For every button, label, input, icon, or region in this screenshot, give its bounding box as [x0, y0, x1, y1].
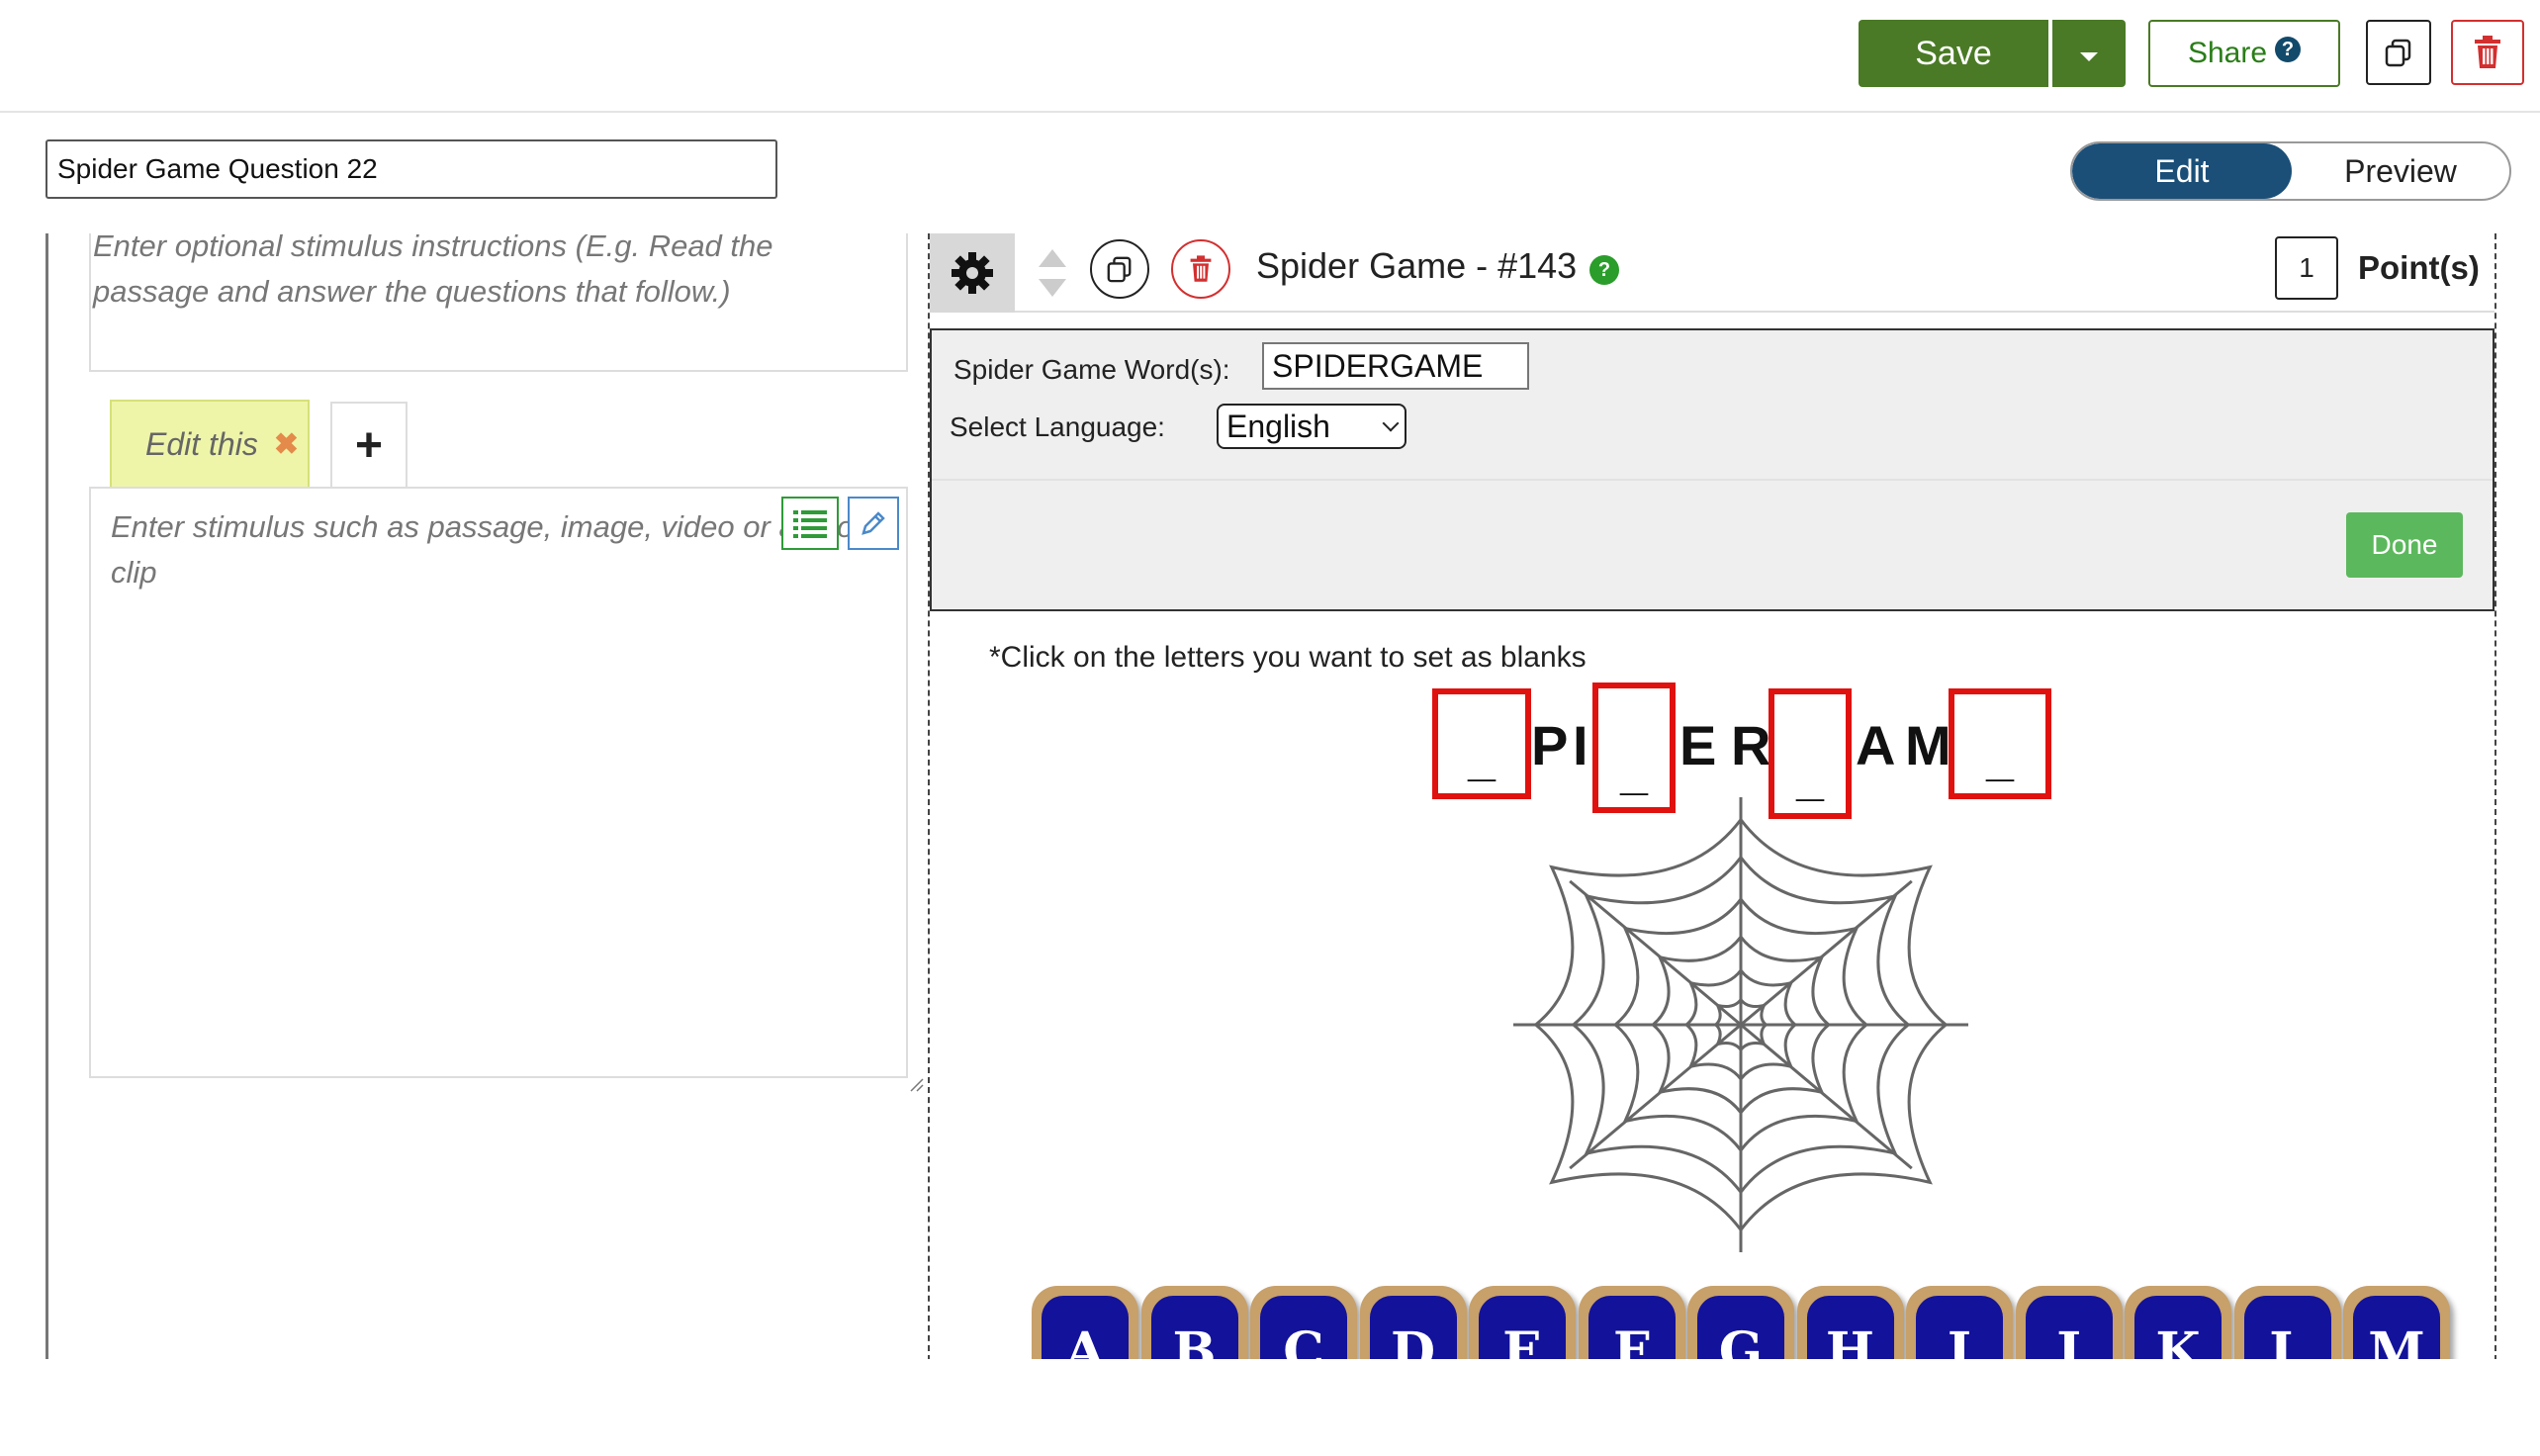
add-tab-button[interactable]: + — [330, 402, 408, 487]
word-letter[interactable]: R — [1731, 716, 1770, 775]
language-value: English — [1226, 408, 1330, 444]
settings-divider — [932, 479, 2493, 481]
letter-key-label: C — [1260, 1296, 1347, 1359]
trash-icon — [1190, 255, 1212, 282]
letter-key[interactable]: M — [2343, 1286, 2450, 1359]
left-divider — [45, 233, 48, 1359]
letter-key[interactable]: H — [1796, 1286, 1904, 1359]
blanks-hint: *Click on the letters you want to set as… — [989, 641, 1587, 674]
word-letter[interactable]: A — [1856, 716, 1895, 775]
stimulus-instructions-placeholder: Enter optional stimulus instructions (E.… — [93, 233, 773, 309]
edit-mode-button[interactable]: Edit — [2072, 143, 2292, 199]
letter-key[interactable]: B — [1140, 1286, 1248, 1359]
letter-key[interactable]: K — [2125, 1286, 2231, 1359]
gear-icon — [952, 252, 993, 294]
letter-key[interactable]: G — [1687, 1286, 1794, 1359]
help-icon[interactable]: ? — [1589, 255, 1619, 285]
duplicate-question-button[interactable] — [1090, 239, 1149, 299]
trash-icon — [2475, 36, 2500, 68]
blank-letter-box[interactable]: _ — [1592, 682, 1676, 813]
save-options-dropdown-button[interactable] — [2052, 20, 2126, 87]
caret-down-icon — [2080, 51, 2098, 61]
letter-key[interactable]: J — [2015, 1286, 2123, 1359]
question-title-input[interactable] — [45, 139, 777, 199]
letter-key-label: K — [2134, 1296, 2222, 1359]
letter-key-label: G — [1697, 1296, 1784, 1359]
letter-key-label: B — [1150, 1296, 1238, 1359]
top-toolbar: Save Share ? — [0, 0, 2540, 113]
word-letter[interactable]: E — [1679, 716, 1716, 775]
word-input[interactable]: SPIDERGAME — [1262, 342, 1529, 390]
question-header: Spider Game - #143 ? 1 Point(s) — [930, 233, 2495, 313]
letter-key-label: H — [1806, 1296, 1894, 1359]
settings-button[interactable] — [930, 233, 1015, 313]
editor-content: Enter optional stimulus instructions (E.… — [0, 233, 2540, 1359]
delete-button[interactable] — [2451, 20, 2524, 85]
letter-key-label: M — [2353, 1296, 2440, 1359]
copy-icon — [2385, 39, 2411, 67]
letter-key[interactable]: I — [1906, 1286, 2013, 1359]
word-label: Spider Game Word(s): — [953, 354, 1230, 385]
points-input[interactable]: 1 — [2275, 236, 2338, 300]
letter-key-label: D — [1369, 1296, 1457, 1359]
save-button[interactable]: Save — [1859, 20, 2048, 87]
letter-key[interactable]: D — [1359, 1286, 1467, 1359]
letter-key[interactable]: L — [2233, 1286, 2341, 1359]
share-button[interactable]: Share ? — [2148, 20, 2340, 87]
done-button[interactable]: Done — [2346, 512, 2463, 578]
stimulus-tab-label: Edit this — [145, 425, 258, 462]
edit-stimulus-button[interactable] — [848, 497, 899, 550]
list-view-button[interactable] — [781, 497, 839, 550]
close-tab-icon[interactable]: ✖ — [274, 427, 299, 462]
edit-preview-toggle: Edit Preview — [2070, 141, 2511, 201]
letter-key-label: F — [1588, 1296, 1676, 1359]
spider-web-icon — [1513, 797, 1968, 1252]
letter-key[interactable]: C — [1250, 1286, 1357, 1359]
word-letter[interactable]: P — [1531, 716, 1568, 775]
list-icon — [793, 510, 827, 538]
copy-icon — [1107, 256, 1132, 283]
letter-key-label: L — [2243, 1296, 2331, 1359]
letter-key[interactable]: E — [1469, 1286, 1576, 1359]
blank-letter-box[interactable]: _ — [1432, 688, 1531, 799]
letter-key[interactable]: A — [1032, 1286, 1138, 1359]
letter-key-label: J — [2025, 1296, 2113, 1359]
help-icon: ? — [2275, 37, 2302, 62]
chevron-down-icon — [1382, 414, 1400, 432]
language-select[interactable]: English — [1217, 404, 1406, 449]
letter-key[interactable]: F — [1578, 1286, 1685, 1359]
letter-key-label: I — [1916, 1296, 2003, 1359]
pencil-icon — [862, 511, 885, 535]
stimulus-tab[interactable]: Edit this ✖ — [110, 400, 310, 487]
letter-key-label: A — [1042, 1296, 1129, 1359]
preview-mode-button[interactable]: Preview — [2292, 143, 2509, 199]
stimulus-placeholder: Enter stimulus such as passage, image, v… — [111, 509, 855, 590]
duplicate-button[interactable] — [2366, 20, 2431, 85]
blank-letter-box[interactable]: _ — [1949, 688, 2051, 799]
question-settings-panel: Spider Game Word(s): SPIDERGAME Select L… — [930, 328, 2495, 611]
question-title: Spider Game - #143 — [1256, 245, 1578, 286]
points-label: Point(s) — [2358, 249, 2480, 286]
word-letter[interactable]: M — [1905, 716, 1951, 775]
letter-keyboard: ABCDEFGHIJKLM — [1032, 1286, 2466, 1359]
resize-handle-icon[interactable] — [908, 1076, 924, 1092]
reorder-arrows-icon[interactable] — [1037, 243, 1068, 303]
word-letter[interactable]: I — [1573, 716, 1588, 775]
delete-question-button[interactable] — [1171, 239, 1230, 299]
language-label: Select Language: — [950, 411, 1165, 442]
letter-key-label: E — [1479, 1296, 1566, 1359]
word-display: _ P I _ E R _ A M _ — [1432, 682, 2065, 819]
share-label: Share — [2187, 37, 2268, 69]
